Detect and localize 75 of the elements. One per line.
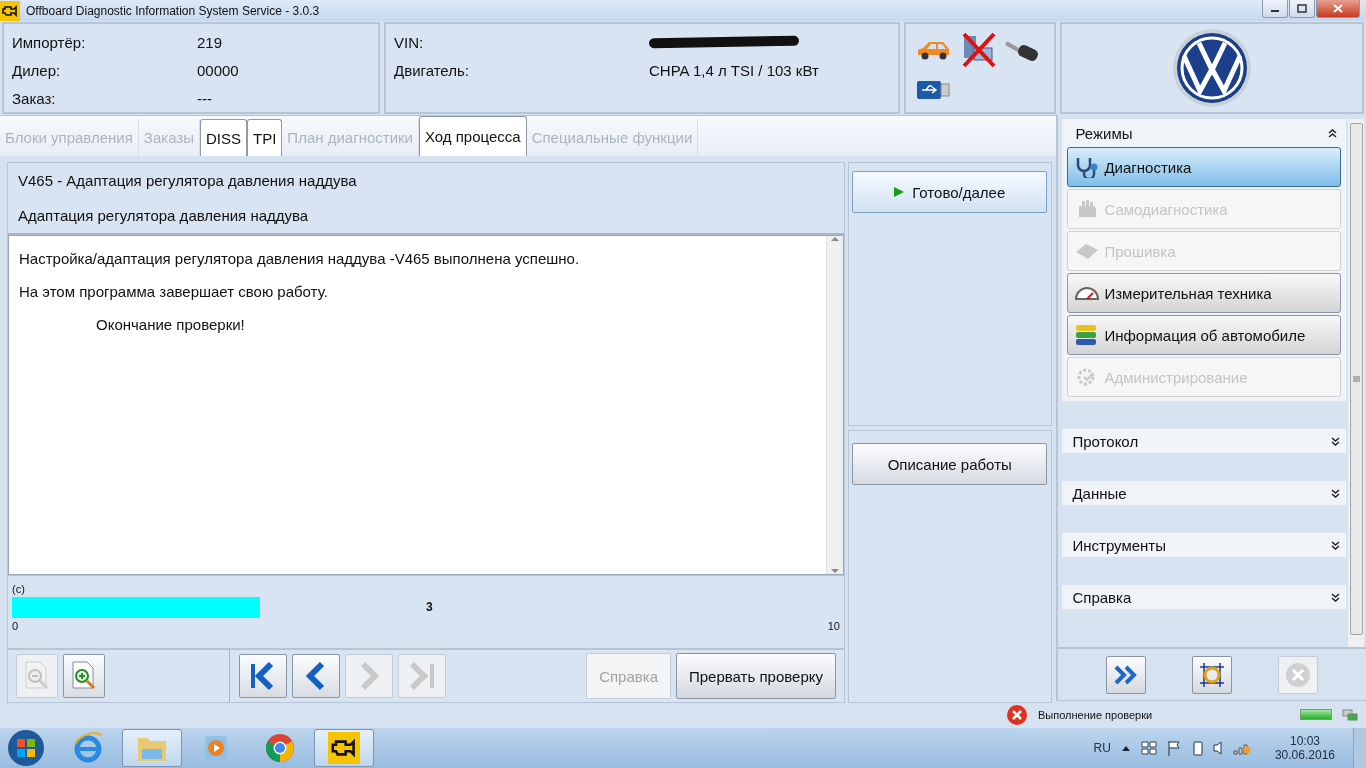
vehicle-value: CHPA 1,4 л TSI / 103 кВт <box>649 61 820 79</box>
expand-icon <box>1331 488 1340 498</box>
frame-icon <box>1198 660 1227 689</box>
message-text: Настройка/адаптация регулятора давления наддува -V465 выполнена успешно. <box>19 250 581 267</box>
grip-icon <box>1352 376 1360 382</box>
window-title: Offboard Diagnostic Information System Service - 3.0.3 <box>26 3 320 18</box>
chrome-icon <box>264 732 296 764</box>
tray-expand-icon[interactable] <box>1120 744 1131 752</box>
expand-icon <box>1331 436 1340 446</box>
first-icon <box>251 661 274 691</box>
speaker-icon[interactable] <box>1212 741 1223 755</box>
zoom-in-button[interactable] <box>63 654 105 698</box>
mode-item[interactable]: Информация об автомобиле <box>1067 315 1341 355</box>
clock-date[interactable]: 30.06.2016 <box>1274 748 1335 762</box>
flag-icon[interactable] <box>1166 740 1183 756</box>
message-text: На этом программа завершает свою работу. <box>19 283 329 300</box>
info-label: Заказ: <box>12 89 57 107</box>
expand-icon <box>1331 540 1340 550</box>
first-button[interactable] <box>239 654 287 698</box>
progress-max: 10 <box>826 620 840 632</box>
progress-min: 0 <box>12 620 20 632</box>
browser-icon <box>72 732 104 764</box>
info-value: 219 <box>197 33 224 51</box>
tab[interactable]: Ход процесса <box>418 116 527 156</box>
close-icon <box>1333 4 1343 13</box>
previous-button[interactable] <box>292 654 340 698</box>
next-icon <box>360 661 380 691</box>
info-value: 00000 <box>197 61 240 79</box>
vehicle-label: Двигатель: <box>394 61 470 79</box>
language-indicator[interactable]: RU <box>1093 741 1111 755</box>
scrollbar[interactable] <box>1348 119 1364 647</box>
collapse-icon <box>1328 128 1337 138</box>
restore-icon <box>1297 4 1307 13</box>
tab[interactable]: TPI <box>247 119 283 156</box>
progress-reading: 3 <box>426 600 433 614</box>
info-value: --- <box>197 89 213 107</box>
usb-stick-icon <box>916 79 950 101</box>
status-text: Выполнение проверки <box>1038 708 1154 721</box>
step-subtitle: Адаптация регулятора давления наддува <box>18 207 310 224</box>
message-text: Окончание проверки! <box>95 316 246 333</box>
minimize-button[interactable] <box>1262 0 1288 18</box>
vehicle-label: VIN: <box>394 33 425 51</box>
connection-indicator <box>1300 709 1332 720</box>
next-step-button[interactable]: Готово/далее <box>852 171 1048 213</box>
windows-flag-icon[interactable] <box>1140 741 1157 755</box>
engine-icon <box>328 732 360 764</box>
last-icon <box>409 661 434 691</box>
expand-icon <box>1331 592 1340 602</box>
error-icon <box>1006 703 1028 726</box>
action-button[interactable]: Прервать проверку <box>676 653 836 699</box>
play-icon <box>894 187 905 197</box>
previous-icon <box>305 661 325 691</box>
forward-button[interactable] <box>1106 655 1147 694</box>
start-button[interactable] <box>6 728 46 768</box>
step-title: V465 - Адаптация регулятора давления наддува <box>18 172 358 189</box>
mode-item[interactable]: Диагностика <box>1067 147 1341 187</box>
car-icon <box>916 39 952 61</box>
taskbar-app[interactable] <box>314 729 374 767</box>
tab[interactable]: DISS <box>200 119 247 156</box>
info-label: Импортёр: <box>12 33 87 51</box>
restore-button[interactable] <box>1289 0 1315 18</box>
clock-time[interactable]: 10:03 <box>1289 734 1320 748</box>
mode-item[interactable]: Измерительная техника <box>1067 273 1341 313</box>
windows-icon <box>1342 708 1358 721</box>
engine-icon <box>0 0 20 21</box>
close-button[interactable] <box>1316 0 1360 18</box>
cancel-icon <box>1285 661 1312 688</box>
progress-unit: (c) <box>12 583 26 595</box>
scrollbar[interactable] <box>826 236 843 574</box>
frame-button[interactable] <box>1192 655 1233 694</box>
network-disconnected-icon <box>960 32 998 68</box>
battery-icon[interactable] <box>1192 740 1203 756</box>
description-button[interactable]: Описание работы <box>852 443 1048 485</box>
info-label: Дилер: <box>12 61 62 79</box>
signal-icon[interactable] <box>1232 741 1251 755</box>
